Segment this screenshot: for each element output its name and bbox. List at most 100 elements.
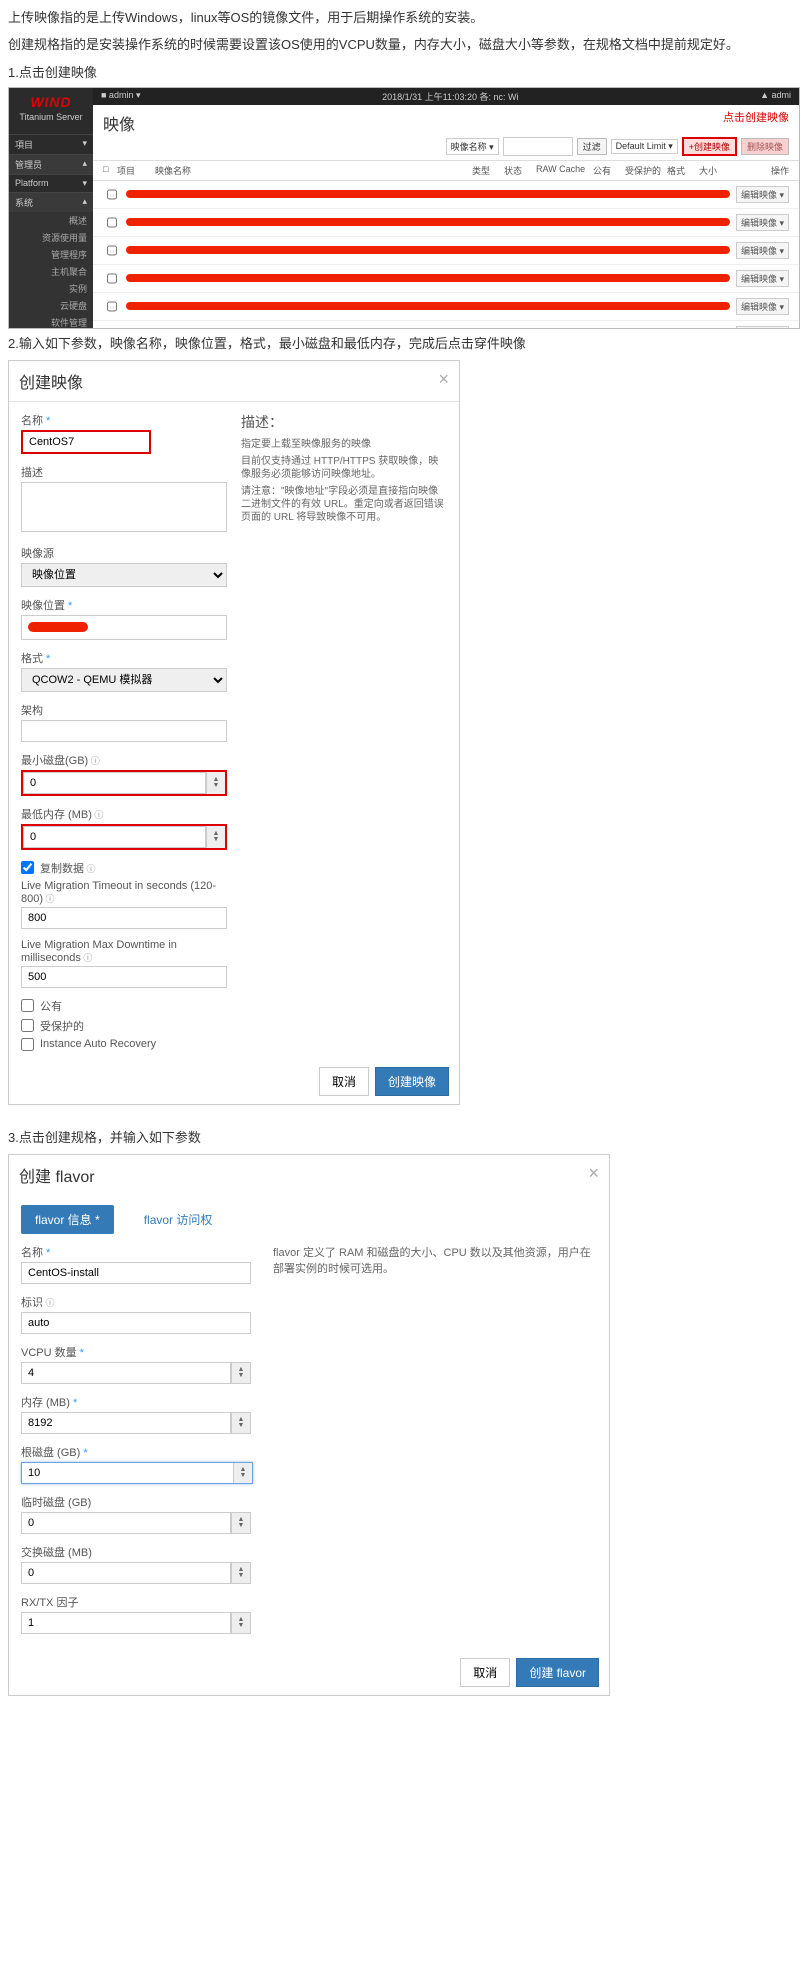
desc-p2: 目前仅支持通过 HTTP/HTTPS 获取映像，映像服务必须能够访问映像地址。 [241, 455, 447, 481]
side-agg[interactable]: 主机聚合 [9, 263, 93, 280]
spinner-icon[interactable]: ▲▼ [233, 1463, 252, 1483]
limit-select[interactable]: Default Limit ▾ [611, 139, 678, 154]
label-name: 名称 [21, 412, 227, 428]
side-instance[interactable]: 实例 [9, 280, 93, 297]
desc-heading: 描述： [241, 412, 447, 432]
delete-image-button[interactable]: 删除映像 [741, 138, 789, 155]
label-minram: 最低内存 (MB) [21, 806, 227, 822]
edit-button[interactable]: 编辑映像 ▾ [736, 270, 789, 287]
label-protected: 受保护的 [40, 1018, 84, 1034]
autorecover-checkbox[interactable] [21, 1038, 34, 1051]
edit-button[interactable]: 编辑映像 ▾ [736, 326, 789, 328]
ram-input[interactable] [21, 1412, 231, 1434]
label-root: 根磁盘 (GB) [21, 1444, 253, 1460]
row-checkbox[interactable] [107, 272, 117, 285]
top-bar: ■ admin ▾ 2018/1/31 上午11:03:20 各: nc: Wi… [93, 88, 799, 105]
vcpu-input[interactable] [21, 1362, 231, 1384]
create-image-button[interactable]: +创建映像 [682, 137, 737, 156]
root-input[interactable] [22, 1463, 233, 1483]
image-list-screenshot: WIND Titanium Server 項目▾ 管理员▴ Platform▾ … [8, 87, 800, 329]
flavor-id-input[interactable] [21, 1312, 251, 1334]
label-name: 名称 [21, 1244, 253, 1260]
copy-checkbox[interactable] [21, 861, 34, 874]
edit-button[interactable]: 编辑映像 ▾ [736, 242, 789, 259]
row-checkbox[interactable] [107, 216, 117, 229]
label-mindisk: 最小磁盘(GB) [21, 752, 227, 768]
side-disk[interactable]: 云硬盘 [9, 297, 93, 314]
side-platform[interactable]: Platform▾ [9, 174, 93, 192]
name-input[interactable] [21, 430, 151, 454]
rxtx-input[interactable] [21, 1612, 231, 1634]
eph-input[interactable] [21, 1512, 231, 1534]
topbar-right[interactable]: ▲ admi [760, 90, 791, 103]
edit-button[interactable]: 编辑映像 ▾ [736, 186, 789, 203]
protected-checkbox[interactable] [21, 1019, 34, 1032]
side-project[interactable]: 項目▾ [9, 134, 93, 154]
cancel-button[interactable]: 取消 [460, 1658, 510, 1687]
spinner-icon[interactable]: ▲▼ [206, 826, 225, 848]
tab-flavor-info[interactable]: flavor 信息 [21, 1205, 114, 1234]
row-checkbox[interactable] [107, 188, 117, 201]
close-icon[interactable]: × [438, 369, 449, 393]
lmt-input[interactable] [21, 907, 227, 929]
side-usage[interactable]: 资源使用量 [9, 229, 93, 246]
arch-input[interactable] [21, 720, 227, 742]
spinner-icon[interactable]: ▲▼ [231, 1412, 251, 1434]
fmt-select[interactable]: QCOW2 - QEMU 模拟器 [21, 668, 227, 692]
desc-p3: 请注意："映像地址"字段必须是直接指向映像二进制文件的有效 URL。重定向或者返… [241, 485, 447, 524]
side-overview[interactable]: 概述 [9, 212, 93, 229]
filter-field[interactable]: 映像名称 ▾ [446, 138, 499, 155]
flavor-name-input[interactable] [21, 1262, 251, 1284]
label-fmt: 格式 [21, 650, 227, 666]
side-hypervisor[interactable]: 管理程序 [9, 246, 93, 263]
filter-input[interactable] [503, 137, 573, 156]
side-sw[interactable]: 软件管理 [9, 314, 93, 329]
table-header: □ 项目 映像名称 类型 状态 RAW Cache 公有 受保护的 格式 大小 … [93, 160, 799, 181]
label-eph: 临时磁盘 (GB) [21, 1494, 253, 1510]
topbar-left[interactable]: ■ admin ▾ [101, 90, 140, 103]
label-copy: 复制数据 [40, 860, 96, 876]
table-row: 编辑映像 ▾ [93, 265, 799, 293]
edit-button[interactable]: 编辑映像 ▾ [736, 214, 789, 231]
annotation-label: 点击创建映像 [723, 109, 789, 125]
row-checkbox[interactable] [107, 300, 117, 313]
cancel-button[interactable]: 取消 [319, 1067, 369, 1096]
label-desc: 描述 [21, 464, 227, 480]
filter-button[interactable]: 过滤 [577, 138, 607, 155]
intro-p2: 创建规格指的是安装操作系统的时候需要设置该OS使用的VCPU数量，内存大小，磁盘… [8, 35, 800, 56]
label-rxtx: RX/TX 因子 [21, 1594, 253, 1610]
table-row: 编辑映像 ▾ [93, 209, 799, 237]
row-checkbox[interactable] [107, 244, 117, 257]
edit-button[interactable]: 编辑映像 ▾ [736, 298, 789, 315]
src-select[interactable]: 映像位置 [21, 563, 227, 587]
spinner-icon[interactable]: ▲▼ [231, 1612, 251, 1634]
table-row: 编辑映像 ▾ [93, 237, 799, 265]
label-lmd: Live Migration Max Downtime in milliseco… [21, 939, 227, 964]
label-ram: 内存 (MB) [21, 1394, 253, 1410]
swap-input[interactable] [21, 1562, 231, 1584]
tab-flavor-access[interactable]: flavor 访问权 [130, 1205, 227, 1234]
side-admin[interactable]: 管理员▴ [9, 154, 93, 174]
table-row: 编辑映像 ▾ [93, 321, 799, 328]
create-image-modal: 创建映像 × 名称 描述 映像源 映像位置 映像位置 格式 QCOW2 - Q [8, 360, 460, 1105]
minram-input[interactable] [23, 826, 206, 848]
lmd-input[interactable] [21, 966, 227, 988]
desc-input[interactable] [21, 482, 227, 532]
brand-sub: Titanium Server [9, 112, 93, 128]
spinner-icon[interactable]: ▲▼ [206, 772, 225, 794]
label-src: 映像源 [21, 545, 227, 561]
red-scribble [126, 190, 730, 198]
submit-button[interactable]: 创建 flavor [516, 1658, 599, 1687]
spinner-icon[interactable]: ▲▼ [231, 1512, 251, 1534]
close-icon[interactable]: × [588, 1163, 599, 1187]
public-checkbox[interactable] [21, 999, 34, 1012]
label-swap: 交换磁盘 (MB) [21, 1544, 253, 1560]
flavor-desc: flavor 定义了 RAM 和磁盘的大小、CPU 数以及其他资源，用户在部署实… [273, 1244, 597, 1644]
label-loc: 映像位置 [21, 597, 227, 613]
submit-button[interactable]: 创建映像 [375, 1067, 449, 1096]
spinner-icon[interactable]: ▲▼ [231, 1562, 251, 1584]
spinner-icon[interactable]: ▲▼ [231, 1362, 251, 1384]
side-system[interactable]: 系统▴ [9, 192, 93, 212]
mindisk-input[interactable] [23, 772, 206, 794]
create-flavor-modal: 创建 flavor × flavor 信息 flavor 访问权 名称 标识 V… [8, 1154, 610, 1696]
